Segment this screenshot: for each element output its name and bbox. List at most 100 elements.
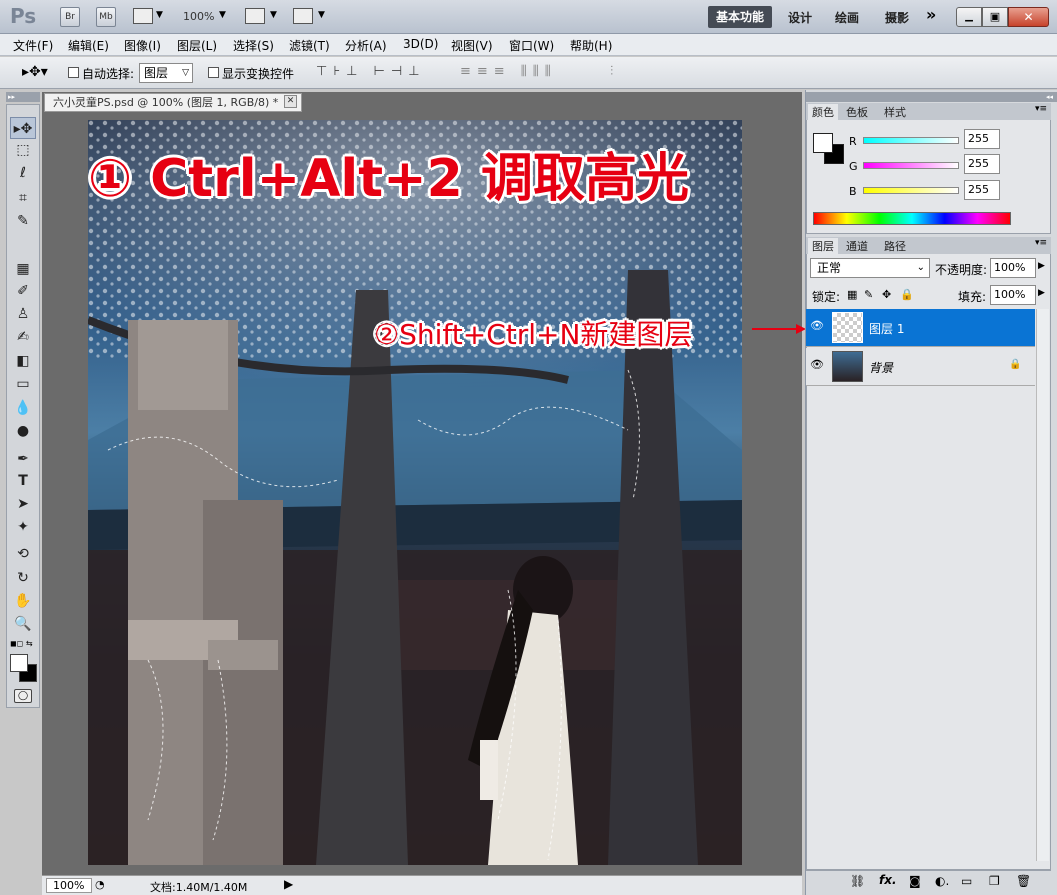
layer-style-icon[interactable]: fx. <box>879 873 897 887</box>
minimize-button[interactable]: ▁ <box>956 7 982 27</box>
fill-input[interactable]: 100% <box>990 285 1036 305</box>
menu-help[interactable]: 帮助(H) <box>570 37 612 54</box>
layer-row-background[interactable]: 👁 背景 🔒 <box>806 348 1035 386</box>
color-spectrum-bar[interactable] <box>813 212 1011 225</box>
menu-edit[interactable]: 编辑(E) <box>68 37 109 54</box>
visibility-eye-icon[interactable]: 👁 <box>809 319 825 335</box>
quick-mask-icon[interactable]: ◯ <box>14 689 32 703</box>
history-brush-icon[interactable]: ✍ <box>10 326 36 348</box>
brush-tool-icon[interactable]: ✐ <box>10 280 36 302</box>
opacity-input[interactable]: 100% <box>990 258 1036 278</box>
pen-tool-icon[interactable]: ✒ <box>10 448 36 470</box>
3d-rotate-icon[interactable]: ⟲ <box>10 543 36 565</box>
status-menu-arrow-icon[interactable]: ▶ <box>284 877 293 891</box>
menu-file[interactable]: 文件(F) <box>13 37 53 54</box>
layer-mask-icon[interactable]: ◙ <box>909 874 921 888</box>
menu-filter[interactable]: 滤镜(T) <box>289 37 330 54</box>
dodge-tool-icon[interactable]: ● <box>10 420 36 442</box>
lock-transparent-icon[interactable]: ▦ <box>847 288 857 301</box>
tab-channels[interactable]: 通道 <box>846 238 868 254</box>
chevron-down-icon[interactable]: ▼ <box>318 10 325 20</box>
layer-name[interactable]: 图层 1 <box>869 320 904 337</box>
tab-color[interactable]: 颜色 <box>808 104 838 120</box>
screen-mode-icon[interactable] <box>293 8 313 24</box>
panel-dock-header[interactable]: ◂◂ <box>806 92 1057 102</box>
maximize-button[interactable]: ▣ <box>982 7 1008 27</box>
chevron-down-icon[interactable]: ▼ <box>219 10 226 20</box>
eraser-tool-icon[interactable]: ◧ <box>10 350 36 372</box>
chevron-right-icon[interactable]: ▶ <box>1038 261 1045 271</box>
delete-layer-icon[interactable]: 🗑 <box>1016 874 1031 888</box>
chevron-down-icon[interactable]: ▼ <box>270 10 277 20</box>
view-extras-icon[interactable] <box>133 8 153 24</box>
move-tool-preset-icon[interactable]: ▸✥▾ <box>22 64 48 80</box>
red-value[interactable]: 255 <box>964 129 1000 149</box>
healing-brush-icon[interactable]: ▦ <box>10 258 36 280</box>
move-tool-icon[interactable]: ▸✥ <box>10 117 36 139</box>
workspace-design-button[interactable]: 设计 <box>782 7 818 29</box>
tab-swatches[interactable]: 色板 <box>846 104 868 120</box>
show-transform-checkbox[interactable] <box>208 67 219 78</box>
new-group-icon[interactable]: ▭ <box>961 874 972 888</box>
status-zoom-input[interactable]: 100% <box>46 878 92 893</box>
default-colors-icon[interactable]: ◼◻ ⇆ <box>10 639 33 648</box>
lock-position-icon[interactable]: ✥ <box>882 288 891 301</box>
3d-orbit-icon[interactable]: ↻ <box>10 567 36 589</box>
toolbox-header[interactable]: ▸▸ <box>6 92 40 102</box>
menu-window[interactable]: 窗口(W) <box>509 37 554 54</box>
visibility-eye-icon[interactable]: 👁 <box>809 358 825 374</box>
clone-stamp-icon[interactable]: ♙ <box>10 303 36 325</box>
blue-slider[interactable] <box>863 187 959 194</box>
lock-all-icon[interactable]: 🔒 <box>900 288 914 301</box>
eyedropper-tool-icon[interactable]: ✎ <box>10 210 36 232</box>
layers-scrollbar[interactable] <box>1036 309 1049 861</box>
tab-layers[interactable]: 图层 <box>808 238 838 254</box>
menu-image[interactable]: 图像(I) <box>124 37 161 54</box>
close-icon[interactable]: ✕ <box>284 95 297 108</box>
auto-select-checkbox[interactable] <box>68 67 79 78</box>
panel-foreground-swatch[interactable] <box>813 133 833 153</box>
document-canvas[interactable] <box>88 120 742 865</box>
green-value[interactable]: 255 <box>964 154 1000 174</box>
blur-tool-icon[interactable]: 💧 <box>10 397 36 419</box>
status-refresh-icon[interactable]: ◔ <box>95 878 105 891</box>
menu-view[interactable]: 视图(V) <box>451 37 493 54</box>
menu-3d[interactable]: 3D(D) <box>403 37 438 51</box>
document-tab[interactable]: 六小灵童PS.psd @ 100% (图层 1, RGB/8) * ✕ <box>44 93 302 112</box>
zoom-tool-icon[interactable]: 🔍 <box>10 613 36 635</box>
gradient-tool-icon[interactable]: ▭ <box>10 373 36 395</box>
close-button[interactable]: ✕ <box>1008 7 1049 27</box>
blue-value[interactable]: 255 <box>964 180 1000 200</box>
new-layer-icon[interactable]: ❐ <box>989 874 1000 888</box>
green-slider[interactable] <box>863 162 959 169</box>
layer-row-layer1[interactable]: 👁 图层 1 <box>806 309 1035 347</box>
chevron-right-icon[interactable]: ▶ <box>1038 288 1045 298</box>
distribute-buttons[interactable]: ≡≡≡ ⫼⫼⫼ <box>460 64 557 79</box>
menu-analysis[interactable]: 分析(A) <box>345 37 387 54</box>
menu-layer[interactable]: 图层(L) <box>177 37 217 54</box>
workspace-essentials-button[interactable]: 基本功能 <box>708 6 772 28</box>
shape-tool-icon[interactable]: ✦ <box>10 516 36 538</box>
layer-name[interactable]: 背景 <box>869 359 893 376</box>
path-select-icon[interactable]: ➤ <box>10 493 36 515</box>
zoom-level[interactable]: 100% <box>183 10 214 23</box>
panel-menu-icon[interactable]: ▾≡ <box>1035 104 1047 114</box>
bridge-button[interactable]: Br <box>60 7 80 27</box>
tab-paths[interactable]: 路径 <box>884 238 906 254</box>
arrange-documents-icon[interactable] <box>245 8 265 24</box>
workspace-painting-button[interactable]: 绘画 <box>829 7 865 29</box>
marquee-tool-icon[interactable]: ⬚ <box>10 139 36 161</box>
lasso-tool-icon[interactable]: ℓ <box>10 162 36 184</box>
align-buttons[interactable]: ⊤⊦⊥ ⊢⊣⊥ <box>316 64 426 79</box>
tab-styles[interactable]: 样式 <box>884 104 906 120</box>
type-tool-icon[interactable]: T <box>10 470 36 492</box>
red-slider[interactable] <box>863 137 959 144</box>
hand-tool-icon[interactable]: ✋ <box>10 590 36 612</box>
auto-select-dropdown[interactable]: 图层 ▽ <box>139 63 193 83</box>
menu-select[interactable]: 选择(S) <box>233 37 274 54</box>
blend-mode-dropdown[interactable]: 正常 ⌄ <box>810 258 930 278</box>
workspace-photography-button[interactable]: 摄影 <box>879 7 915 29</box>
more-workspaces-icon[interactable]: » <box>926 5 936 24</box>
minibridge-button[interactable]: Mb <box>96 7 116 27</box>
auto-align-icon[interactable]: ⫶ <box>610 64 613 79</box>
